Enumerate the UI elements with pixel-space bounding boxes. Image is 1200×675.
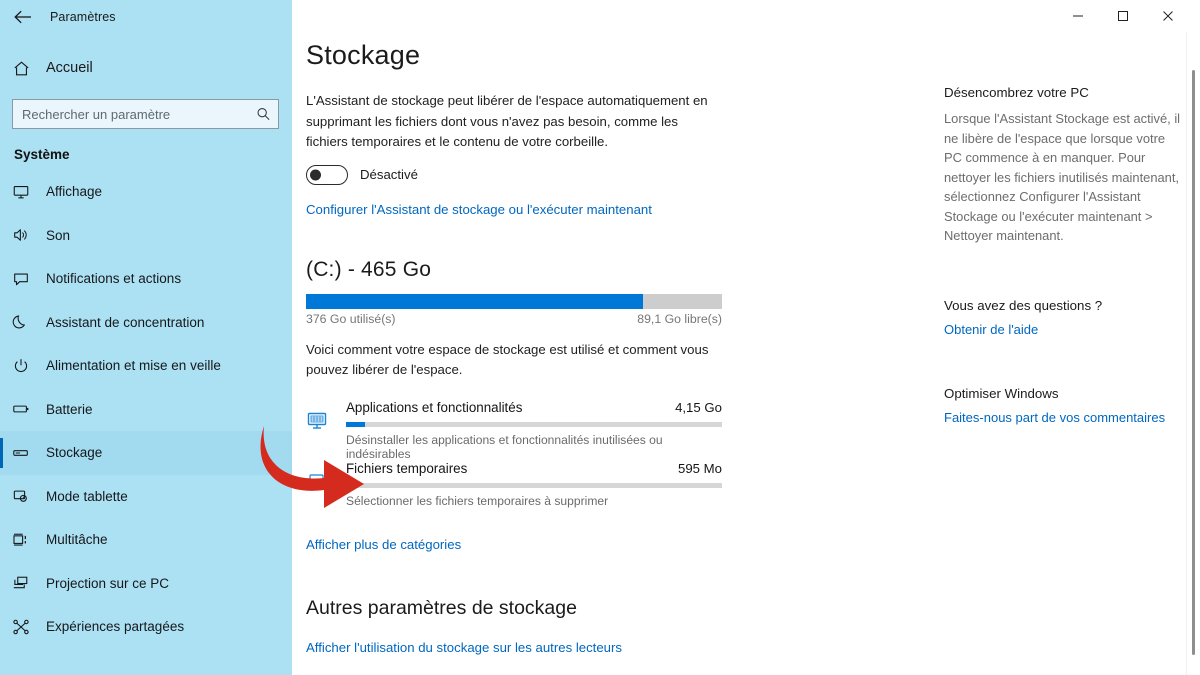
- help-block-feedback: Optimiser Windows Faites-nous part de vo…: [944, 386, 1182, 427]
- sidebar-item-son[interactable]: Son: [0, 214, 292, 258]
- sidebar-titlebar: Paramètres: [0, 0, 292, 34]
- category-usage-fill: [346, 421, 365, 427]
- sidebar-item-label: Stockage: [46, 445, 103, 461]
- sidebar-item-label: Assistant de concentration: [46, 314, 205, 330]
- minimize-button[interactable]: [1055, 0, 1100, 32]
- sidebar-nav: Affichage Son Notifications et actions A…: [0, 170, 292, 649]
- sidebar-item-experiences-partagees[interactable]: Expériences partagées: [0, 605, 292, 649]
- sidebar-item-alimentation[interactable]: Alimentation et mise en veille: [0, 344, 292, 388]
- sidebar-item-batterie[interactable]: Batterie: [0, 388, 292, 432]
- battery-icon: [12, 400, 42, 418]
- speaker-icon: [12, 226, 42, 244]
- sidebar-item-projection[interactable]: Projection sur ce PC: [0, 562, 292, 606]
- sidebar-item-label: Notifications et actions: [46, 271, 182, 287]
- close-button[interactable]: [1145, 0, 1190, 32]
- configure-storage-sense-link[interactable]: Configurer l'Assistant de stockage ou l'…: [306, 202, 652, 217]
- category-name: Applications et fonctionnalités: [346, 399, 523, 415]
- show-more-categories-link[interactable]: Afficher plus de catégories: [306, 537, 461, 552]
- sidebar-item-label: Expériences partagées: [46, 619, 185, 635]
- category-usage-fill: [346, 482, 354, 488]
- maximize-button[interactable]: [1100, 0, 1145, 32]
- multitask-icon: [12, 531, 42, 549]
- projection-icon: [12, 574, 42, 592]
- sidebar-item-stockage[interactable]: Stockage: [0, 431, 292, 475]
- main-content: Stockage L'Assistant de stockage peut li…: [292, 0, 1200, 675]
- search-icon[interactable]: [256, 107, 271, 122]
- category-body: Applications et fonctionnalités 4,15 Go …: [346, 400, 722, 461]
- toggle-knob: [310, 169, 321, 180]
- category-size: 595 Mo: [678, 460, 722, 476]
- storage-categories: Applications et fonctionnalités 4,15 Go …: [306, 400, 722, 519]
- sidebar-item-label: Son: [46, 227, 71, 243]
- search-container: [0, 87, 292, 129]
- drive-usage-bar: [306, 293, 722, 309]
- category-row[interactable]: Fichiers temporaires 595 Mo Sélectionner…: [306, 461, 722, 519]
- sidebar-item-affichage[interactable]: Affichage: [0, 170, 292, 214]
- sidebar-item-label: Projection sur ce PC: [46, 575, 170, 591]
- monitor-icon: [12, 183, 42, 201]
- search-input[interactable]: [13, 100, 278, 128]
- storage-sense-description: L'Assistant de stockage peut libérer de …: [306, 93, 708, 149]
- sidebar-item-mode-tablette[interactable]: Mode tablette: [0, 475, 292, 519]
- sidebar-item-multitache[interactable]: Multitâche: [0, 518, 292, 562]
- usage-description: Voici comment votre espace de stockage e…: [306, 341, 709, 377]
- help-paragraph-1: Lorsque l'Assistant Stockage est activé,…: [944, 111, 1181, 243]
- send-feedback-link[interactable]: Faites-nous part de vos commentaires: [944, 410, 1165, 425]
- sidebar: Paramètres Accueil Rechercher un paramèt…: [0, 0, 292, 675]
- sidebar-home-label: Accueil: [46, 60, 93, 76]
- drive-legend: 376 Go utilisé(s) 89,1 Go libre(s): [306, 312, 722, 326]
- power-icon: [12, 357, 42, 375]
- category-description: Désinstaller les applications et fonctio…: [346, 432, 663, 461]
- category-row[interactable]: Applications et fonctionnalités 4,15 Go …: [306, 400, 722, 461]
- help-block-questions: Vous avez des questions ? Obtenir de l'a…: [944, 298, 1182, 339]
- help-heading-1: Désencombrez votre PC: [944, 85, 1089, 100]
- category-header: Fichiers temporaires 595 Mo: [346, 461, 722, 476]
- drive-used-label: 376 Go utilisé(s): [306, 311, 396, 326]
- shared-experiences-icon: [12, 618, 42, 636]
- back-button[interactable]: [0, 1, 46, 33]
- sidebar-item-label: Mode tablette: [46, 488, 128, 504]
- other-settings-links: Afficher l'utilisation du stockage sur l…: [306, 640, 1200, 675]
- search-box[interactable]: [12, 99, 279, 129]
- page-title: Stockage: [306, 40, 421, 70]
- drive-free-label: 89,1 Go libre(s): [637, 311, 722, 326]
- storage-icon: [12, 444, 42, 462]
- sidebar-section-title: Système: [14, 147, 70, 162]
- other-settings-title: Autres paramètres de stockage: [306, 596, 577, 619]
- moon-icon: [12, 313, 42, 331]
- sidebar-item-label: Alimentation et mise en veille: [46, 358, 221, 374]
- sidebar-item-label: Batterie: [46, 401, 93, 417]
- help-heading-2: Vous avez des questions ?: [944, 297, 1103, 313]
- back-arrow-icon: [13, 9, 33, 25]
- sidebar-item-label: Affichage: [46, 184, 103, 200]
- get-help-link[interactable]: Obtenir de l'aide: [944, 322, 1038, 337]
- category-size: 4,15 Go: [675, 399, 722, 415]
- help-pane: Désencombrez votre PC Lorsque l'Assistan…: [944, 85, 1182, 427]
- settings-window: Paramètres Accueil Rechercher un paramèt…: [0, 0, 1200, 675]
- toggle-state-label: Désactivé: [360, 167, 418, 182]
- sidebar-item-label: Multitâche: [46, 532, 108, 548]
- help-heading-3: Optimiser Windows: [944, 385, 1059, 401]
- window-controls: [1055, 0, 1190, 32]
- temp-files-icon: [306, 461, 346, 493]
- storage-sense-toggle[interactable]: [306, 164, 348, 185]
- notification-icon: [12, 270, 42, 288]
- sidebar-item-notifications[interactable]: Notifications et actions: [0, 257, 292, 301]
- category-body: Fichiers temporaires 595 Mo Sélectionner…: [346, 461, 722, 508]
- drive-usage-fill: [306, 293, 643, 309]
- apps-monitor-icon: [306, 400, 346, 432]
- category-usage-bar: [346, 482, 722, 488]
- category-description: Sélectionner les fichiers temporaires à …: [346, 493, 609, 508]
- sidebar-item-home[interactable]: Accueil: [0, 49, 292, 87]
- tablet-icon: [12, 487, 42, 505]
- other-drives-link[interactable]: Afficher l'utilisation du stockage sur l…: [306, 640, 1200, 655]
- category-name: Fichiers temporaires: [346, 460, 468, 476]
- scrollbar-thumb[interactable]: [1192, 70, 1195, 655]
- category-header: Applications et fonctionnalités 4,15 Go: [346, 400, 722, 415]
- category-usage-bar: [346, 421, 722, 427]
- app-title: Paramètres: [50, 10, 116, 24]
- home-icon: [12, 59, 42, 78]
- vertical-scrollbar[interactable]: [1186, 32, 1200, 675]
- sidebar-item-concentration[interactable]: Assistant de concentration: [0, 301, 292, 345]
